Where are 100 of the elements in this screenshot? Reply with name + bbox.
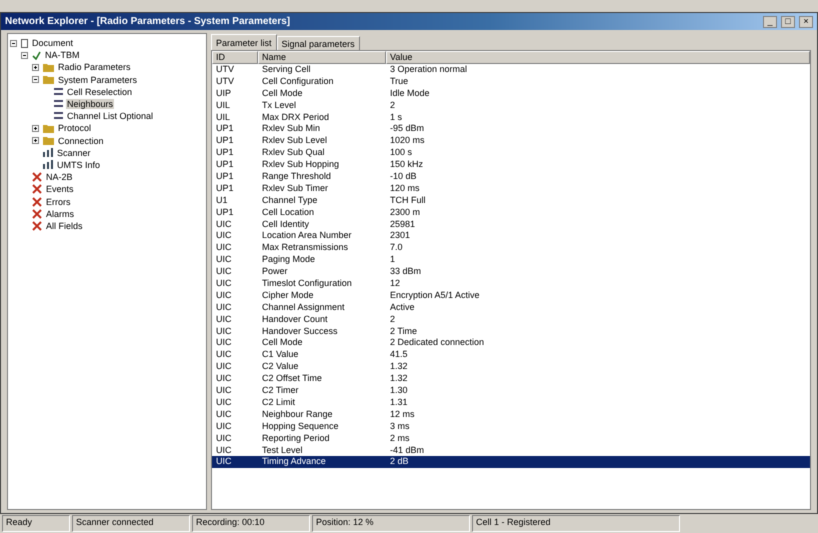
table-cell-text: UIC	[215, 242, 232, 254]
table-cell-text: Neighbour Range	[261, 408, 334, 421]
tree-item[interactable]: Neighbours	[66, 99, 114, 110]
table-cell-text: Location Area Number	[261, 230, 353, 242]
table-cell-text: Test Level	[261, 444, 304, 456]
table-cell-text: 1 s	[389, 112, 404, 124]
table-cell-text: UIL	[215, 100, 232, 112]
table-cell-text: 1	[389, 254, 396, 266]
column-header[interactable]: Name	[258, 51, 386, 64]
table-cell-text: 12 ms	[389, 408, 416, 421]
tree-item[interactable]: Scanner	[56, 148, 92, 158]
list-icon	[54, 112, 63, 120]
table-cell-text: 33 dBm	[389, 266, 422, 278]
tree-item[interactable]: Connection	[57, 136, 105, 146]
table-cell-text: -41 dBm	[389, 444, 426, 456]
table-cell-text: Handover Count	[261, 314, 329, 326]
table-cell-text: 2 Time	[389, 326, 418, 338]
collapse-icon[interactable]	[32, 76, 39, 84]
chart-icon	[43, 160, 53, 170]
table-cell-text: Idle Mode	[389, 88, 431, 100]
table-cell-text: Active	[389, 302, 416, 314]
table-cell-text: Cell Configuration	[261, 76, 335, 88]
column-header[interactable]: Value	[386, 51, 810, 64]
table-cell-text: Channel Type	[261, 194, 318, 207]
folder-icon	[43, 136, 54, 146]
table-cell-text: 100 s	[389, 147, 414, 160]
tree-item[interactable]: Channel List Optional	[66, 111, 154, 122]
status-pane: Ready	[2, 515, 70, 532]
collapse-icon[interactable]	[21, 52, 28, 59]
table-cell-text: 1.32	[389, 361, 409, 374]
column-header[interactable]: ID	[212, 51, 258, 64]
tree-item[interactable]: Radio Parameters	[57, 62, 132, 72]
alert-icon	[32, 184, 42, 194]
table-cell-text: 1.30	[389, 385, 409, 397]
tab[interactable]: Parameter list	[211, 34, 277, 50]
tree-item[interactable]: All Fields	[45, 220, 84, 231]
table-cell-text: 2300 m	[389, 206, 422, 219]
table-cell-text: UIC	[215, 230, 232, 242]
table-cell-text: UIC	[215, 326, 232, 338]
status-pane: Position: 12 %	[312, 515, 470, 532]
table-cell-text: Hopping Sequence	[261, 420, 340, 433]
table-cell-text: -95 dBm	[389, 123, 426, 136]
alert-icon	[32, 220, 42, 231]
tree-item[interactable]: NA-TBM	[44, 50, 80, 60]
expand-icon[interactable]	[32, 124, 39, 132]
window-control-button[interactable]: ×	[799, 16, 813, 28]
window-control-button[interactable]: _	[763, 16, 777, 28]
chart-icon	[43, 148, 53, 158]
table-cell-text: 2	[389, 314, 396, 326]
table-cell-text: Cipher Mode	[261, 290, 315, 302]
tree-item[interactable]: Document	[31, 38, 74, 48]
table-cell-text: Encryption A5/1 Active	[389, 290, 481, 302]
table-cell-text: UIC	[215, 385, 232, 397]
table-cell-text: Max Retransmissions	[261, 242, 350, 254]
tree-item[interactable]: Alarms	[45, 208, 76, 219]
table-cell-text: UIC	[215, 278, 232, 290]
table-cell-text: UIC	[215, 361, 232, 374]
table-cell-text: 1.32	[389, 373, 409, 386]
table-cell-text: 7.0	[389, 242, 404, 254]
tab[interactable]: Signal parameters	[276, 36, 360, 50]
alert-icon	[32, 172, 42, 182]
table-cell-text: Cell Identity	[261, 218, 310, 230]
table-cell: UIC	[212, 456, 258, 468]
table-cell-text: UP1	[215, 206, 235, 219]
table-cell-text: -10 dB	[389, 171, 418, 183]
table-cell: Timing Advance	[258, 456, 386, 468]
table-cell-text: UIC	[215, 218, 232, 230]
status-pane: Recording: 00:10	[192, 515, 310, 532]
tree-item[interactable]: UMTS Info	[56, 160, 102, 170]
tree-item[interactable]: Cell Reselection	[66, 86, 134, 97]
table-cell-text: UP1	[215, 171, 235, 183]
tree-item[interactable]: Errors	[45, 196, 72, 207]
expand-icon[interactable]	[32, 64, 39, 71]
table-cell-text: Cell Mode	[261, 337, 304, 350]
table-cell-text: 1.31	[389, 396, 409, 409]
window-control-button[interactable]: □	[781, 16, 795, 28]
status-pane: Cell 1 - Registered	[472, 515, 680, 532]
table-cell-text: True	[389, 76, 410, 88]
table-cell-text: UP1	[215, 159, 235, 172]
table-cell-text: UIC	[215, 314, 232, 326]
folder-icon	[43, 75, 54, 84]
table-cell-text: UTV	[215, 64, 235, 76]
tree-item[interactable]: Events	[45, 184, 75, 194]
table-cell-text: UIC	[215, 266, 232, 278]
table-cell-text: C2 Offset Time	[261, 373, 323, 386]
table-cell-text: UIC	[215, 290, 232, 302]
expand-icon[interactable]	[32, 137, 39, 144]
tree-item[interactable]: Protocol	[57, 123, 92, 134]
table-cell-text: UIC	[215, 444, 232, 456]
table-cell-text: 2301	[389, 230, 412, 242]
table-cell-text: 12	[389, 278, 402, 290]
table-cell-text: UP1	[215, 123, 235, 136]
table-cell-text: 41.5	[389, 349, 409, 362]
table-cell-text: Rxlev Sub Timer	[261, 182, 330, 195]
tree-item[interactable]: System Parameters	[57, 74, 138, 85]
collapse-icon[interactable]	[10, 40, 17, 47]
folder-icon	[43, 124, 54, 133]
check-icon	[32, 50, 41, 60]
table-cell-text: Channel Assignment	[261, 302, 346, 314]
tree-item[interactable]: NA-2B	[45, 172, 74, 182]
